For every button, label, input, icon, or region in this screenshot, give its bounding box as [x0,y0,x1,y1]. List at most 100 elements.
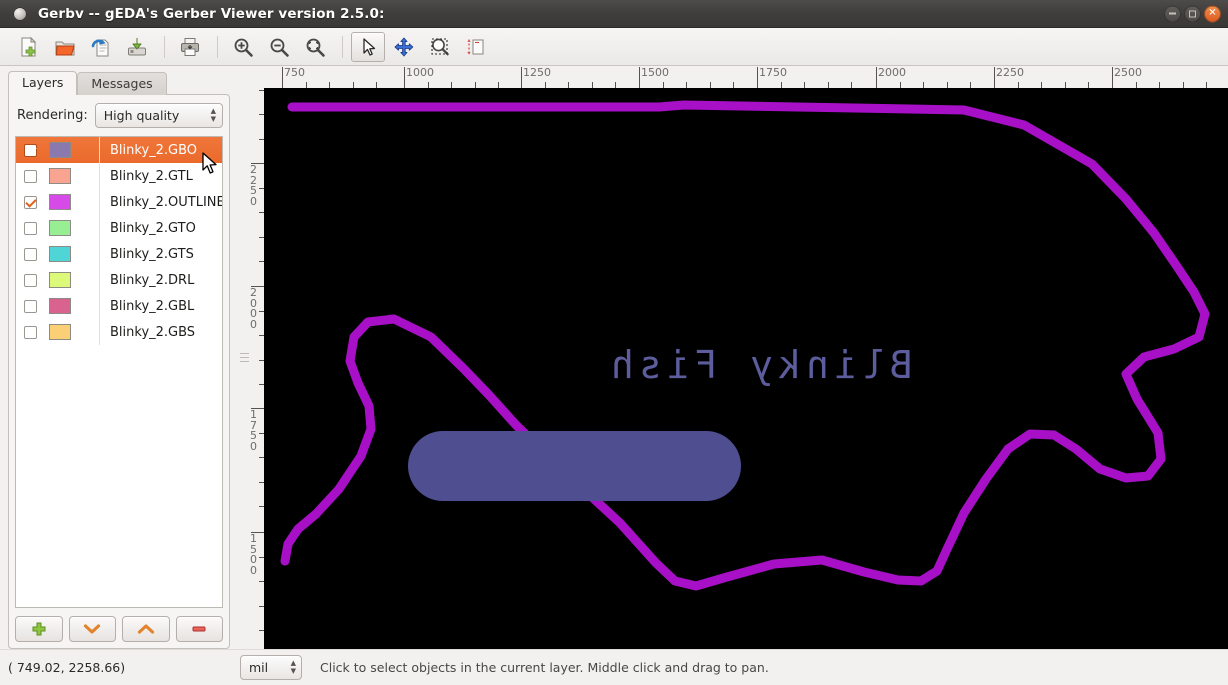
revert-icon[interactable] [84,32,118,62]
close-icon[interactable]: ✕ [1204,5,1221,22]
zoom-out-icon[interactable] [262,32,296,62]
pointer-icon[interactable] [351,31,385,62]
rendering-quality-select[interactable]: High quality ▲ ▼ [94,103,223,128]
zoom-fit-icon[interactable] [298,32,332,62]
canvas-area: 750 1000 1250 1500 1750 2000 2250 2500 2250 2000… [250,66,1228,649]
table-row[interactable]: Blinky_2.DRL [16,267,222,293]
layer-action-buttons [15,608,223,642]
app-circle-dot-icon [13,6,27,21]
splitter-grip-icon [239,353,249,362]
canvas-row: 2250 2000 1750 1500 Blinky Fish [250,88,1228,649]
table-row[interactable]: Blinky_2.OUTLINE [16,189,222,215]
maximize-icon[interactable] [1184,5,1201,22]
spinner-arrows-icon: ▲ ▼ [210,107,216,123]
layer-visible-checkbox[interactable] [16,325,44,339]
gerber-canvas[interactable]: Blinky Fish [264,88,1228,649]
ruler-major-tick [639,67,640,88]
ruler-major-tick [876,67,877,88]
layer-color-swatch[interactable] [44,324,76,340]
main-toolbar [0,28,1228,66]
table-row[interactable]: Blinky_2.GBO [16,137,222,163]
layer-name: Blinky_2.OUTLINE [110,194,223,210]
ruler-label: 1750 [250,408,257,453]
unit-select[interactable]: mil ▲ ▼ [240,655,302,680]
table-row[interactable]: Blinky_2.GBL [16,293,222,319]
layer-visible-checkbox[interactable] [16,273,44,287]
new-file-icon[interactable] [12,32,46,62]
board-pad [408,431,741,501]
ruler-label: 1500 [641,66,669,79]
status-bar: ( 749.02, 2258.66) mil ▲ ▼ Click to selec… [0,649,1228,685]
add-layer-button[interactable] [15,616,63,642]
measure-icon[interactable] [459,32,493,62]
toolbar-separator [342,35,343,58]
table-row[interactable]: Blinky_2.GTS [16,241,222,267]
layer-color-swatch[interactable] [44,272,76,288]
table-row[interactable]: Blinky_2.GBS [16,319,222,345]
toolbar-separator [164,35,165,58]
layer-spacer [76,163,100,189]
layer-spacer [76,241,100,267]
layer-visible-checkbox[interactable] [16,143,44,157]
save-icon[interactable] [120,32,154,62]
horizontal-ruler: 750 1000 1250 1500 1750 2000 2250 2500 [264,66,1228,88]
ruler-label: 2250 [250,163,257,208]
ruler-major-tick [282,67,283,88]
layer-spacer [76,189,100,215]
layer-visible-checkbox[interactable] [16,221,44,235]
ruler-label: 1750 [759,66,787,79]
layer-name: Blinky_2.GBS [110,324,196,340]
open-folder-icon[interactable] [48,32,82,62]
tab-messages[interactable]: Messages [77,72,167,95]
pan-icon[interactable] [387,32,421,62]
window-controls: ✕ [1164,5,1221,22]
layers-panel: Rendering: High quality ▲▼ Blinky_2.GBO [8,94,230,649]
ruler-label: 2000 [878,66,906,79]
move-layer-up-button[interactable] [122,616,170,642]
ruler-label: 2000 [250,286,257,331]
ruler-major-tick [1112,67,1113,88]
rendering-quality-value: High quality [103,108,180,123]
minimize-icon[interactable] [1164,5,1181,22]
move-layer-down-button[interactable] [68,616,116,642]
layer-color-swatch[interactable] [44,220,76,236]
layer-spacer [76,293,100,319]
ruler-major-tick [994,67,995,88]
remove-layer-button[interactable] [175,616,223,642]
layer-visible-checkbox[interactable] [16,247,44,261]
sidebar-splitter[interactable] [238,66,250,649]
table-row[interactable]: Blinky_2.GTO [16,215,222,241]
sidebar-tabs: Layers Messages [0,66,238,95]
table-row[interactable]: Blinky_2.GTL [16,163,222,189]
layer-visible-checkbox[interactable] [16,169,44,183]
print-icon[interactable] [173,32,207,62]
layer-name: Blinky_2.GBL [110,298,195,314]
layer-visible-checkbox[interactable] [16,299,44,313]
ruler-major-tick [757,67,758,88]
layer-name: Blinky_2.GTL [110,168,193,184]
board-silkscreen-text: Blinky Fish [606,343,913,387]
zoom-in-icon[interactable] [226,32,260,62]
layer-spacer [76,267,100,293]
ruler-label: 2500 [1114,66,1142,79]
layer-visible-checkbox[interactable] [16,195,44,209]
layer-spacer [76,215,100,241]
layer-color-swatch[interactable] [44,246,76,262]
layer-spacer [76,137,100,163]
layer-color-swatch[interactable] [44,298,76,314]
layer-color-swatch[interactable] [44,168,76,184]
layer-name: Blinky_2.DRL [110,272,195,288]
zoom-region-icon[interactable] [423,32,457,62]
unit-value: mil [249,660,269,675]
ruler-label: 1500 [250,532,257,577]
sidebar: Layers Messages Rendering: High quality … [0,66,238,649]
tab-layers[interactable]: Layers [8,71,78,95]
cursor-coordinates: ( 749.02, 2258.66) [8,660,126,675]
layer-color-swatch[interactable] [44,194,76,210]
status-message: Click to select objects in the current l… [320,660,769,675]
layer-name: Blinky_2.GBO [110,142,198,158]
layer-color-swatch[interactable] [44,142,76,158]
main-area: Layers Messages Rendering: High quality … [0,66,1228,649]
layer-list[interactable]: Blinky_2.GBO Blinky_2.GTL Blinky_2.OUTLI… [15,136,223,608]
layer-name: Blinky_2.GTS [110,246,194,262]
